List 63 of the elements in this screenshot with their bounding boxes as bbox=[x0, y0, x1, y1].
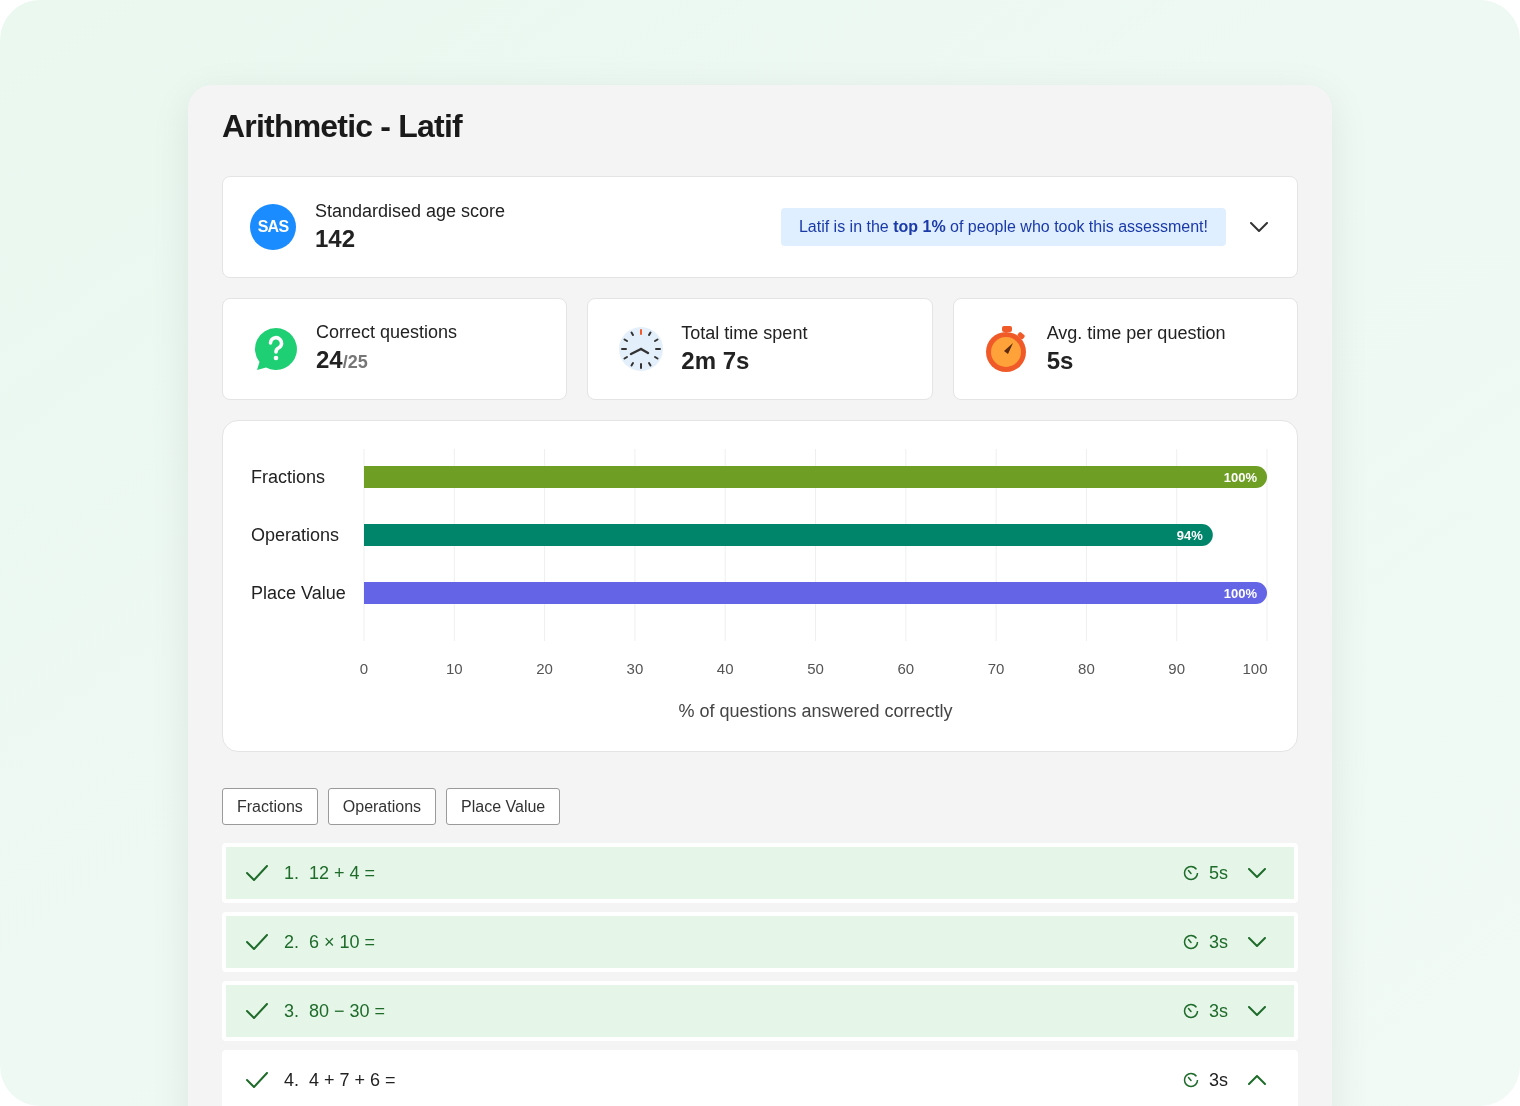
axis-tick-label: 70 bbox=[987, 660, 1005, 677]
axis-tick-label: 30 bbox=[626, 660, 644, 677]
question-bubble-icon bbox=[253, 326, 299, 372]
timer-icon bbox=[1183, 934, 1199, 950]
filter-tab[interactable]: Place Value bbox=[446, 788, 561, 825]
filter-tab[interactable]: Operations bbox=[327, 788, 437, 825]
checkmark-icon bbox=[246, 934, 268, 950]
axis-tick-label: 0 bbox=[359, 660, 369, 677]
question-row[interactable]: 2. 6 × 10 = 3s bbox=[226, 916, 1294, 968]
question-row[interactable]: 3. 80 − 30 = 3s bbox=[226, 985, 1294, 1037]
question-number: 2. bbox=[284, 930, 299, 954]
score-value: 142 bbox=[315, 224, 357, 254]
question-row[interactable]: 1. 12 + 4 = 5s bbox=[226, 847, 1294, 899]
question-text: 80 − 30 = bbox=[309, 999, 386, 1023]
stat-value: 2m 7s bbox=[681, 346, 751, 376]
bar-value-label: 100% bbox=[1223, 470, 1257, 485]
chevron-icon bbox=[1250, 222, 1268, 232]
question-text: 4 + 7 + 6 = bbox=[309, 1068, 396, 1092]
stopwatch-icon bbox=[984, 325, 1029, 373]
category-label: Fractions bbox=[251, 467, 326, 487]
stat-label: Avg. time per question bbox=[1046, 322, 1226, 345]
report-title: Arithmetic - Latif bbox=[222, 107, 464, 145]
filter-tab[interactable]: Fractions bbox=[222, 788, 318, 825]
stat-value: 5s bbox=[1046, 346, 1075, 376]
axis-title: % of questions answered correctly bbox=[678, 701, 953, 721]
question-number: 4. bbox=[284, 1068, 299, 1092]
axis-tick-label: 100 bbox=[1242, 660, 1268, 677]
checkmark-icon bbox=[246, 1003, 268, 1019]
chevron-icon bbox=[1248, 1006, 1266, 1016]
checkmark-icon bbox=[246, 865, 268, 881]
axis-tick-label: 80 bbox=[1078, 660, 1095, 677]
time-value: 3s bbox=[1209, 930, 1228, 954]
question-text: 12 + 4 = bbox=[309, 861, 376, 885]
chevron-icon bbox=[1248, 1075, 1266, 1085]
axis-tick-label: 40 bbox=[716, 660, 734, 677]
stat-label: Correct questions bbox=[316, 321, 458, 344]
category-label: Place Value bbox=[251, 583, 346, 603]
chevron-icon bbox=[1248, 868, 1266, 878]
axis-tick-label: 60 bbox=[897, 660, 915, 677]
timer-icon bbox=[1183, 1072, 1199, 1088]
timer-icon bbox=[1183, 865, 1199, 881]
axis-tick-label: 20 bbox=[536, 660, 553, 677]
question-text: 6 × 10 = bbox=[309, 930, 376, 954]
time-value: 3s bbox=[1209, 999, 1228, 1023]
time-value: 3s bbox=[1209, 1068, 1228, 1092]
checkmark-icon bbox=[246, 1072, 268, 1088]
time-value: 5s bbox=[1209, 861, 1228, 885]
stat-label: Total time spent bbox=[681, 322, 808, 345]
chevron-icon bbox=[1248, 937, 1266, 947]
sas-badge: SAS bbox=[250, 204, 296, 250]
question-number: 1. bbox=[284, 861, 299, 885]
question-number: 3. bbox=[284, 999, 299, 1023]
axis-tick-label: 10 bbox=[445, 660, 463, 677]
timer-icon bbox=[1183, 1003, 1199, 1019]
stat-value: 24/25 bbox=[316, 345, 369, 375]
axis-tick-label: 90 bbox=[1168, 660, 1186, 677]
bar-value-label: 100% bbox=[1223, 586, 1257, 601]
score-label: Standardised age score bbox=[315, 200, 506, 223]
clock-icon bbox=[617, 325, 666, 373]
ranking-banner: Latif is in the top 1% of people who took this assessment! bbox=[780, 208, 1226, 246]
category-label: Operations bbox=[251, 525, 340, 545]
axis-tick-label: 50 bbox=[807, 660, 824, 677]
bar-value-label: 94% bbox=[1176, 528, 1203, 543]
